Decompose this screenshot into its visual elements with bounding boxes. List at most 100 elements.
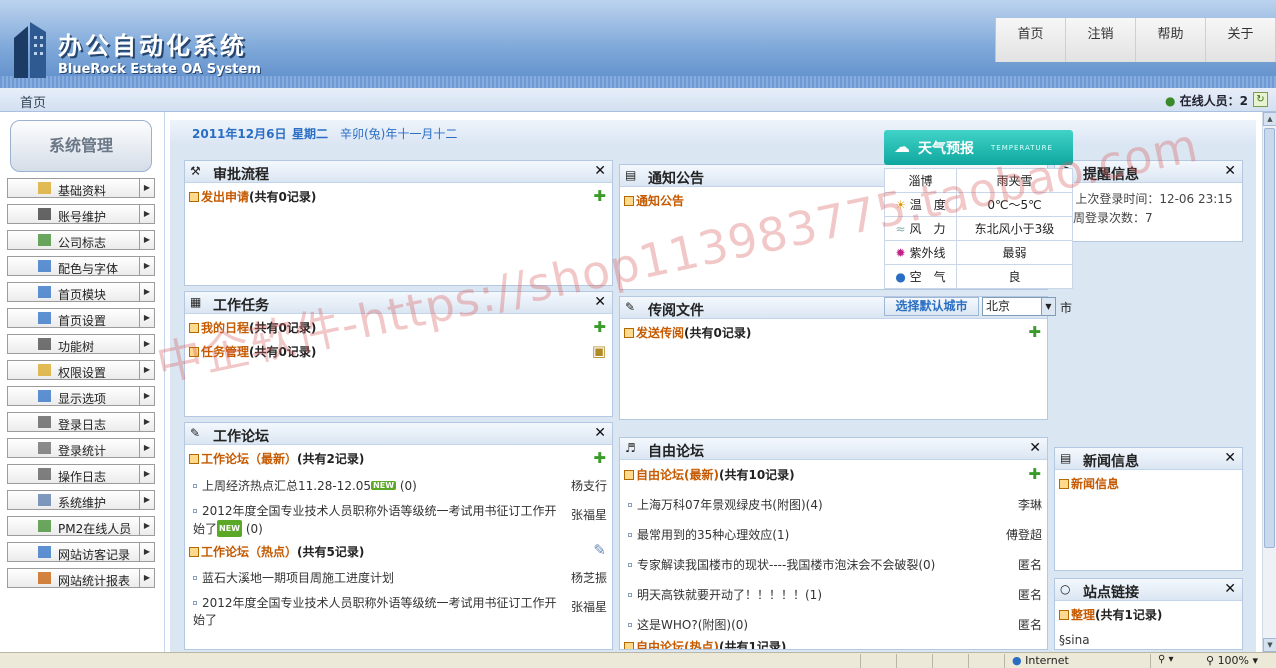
sidebar-item[interactable]: 登录统计 ▶ <box>7 438 155 458</box>
close-icon[interactable]: ✕ <box>594 163 606 179</box>
sidebar-item[interactable]: 网站统计报表 ▶ <box>7 568 155 588</box>
forum-hot-header[interactable]: 工作论坛（热点）(共有5记录) <box>189 543 364 560</box>
add-icon[interactable]: ✚ <box>593 318 606 336</box>
close-icon[interactable]: ✕ <box>1224 163 1236 179</box>
close-icon[interactable]: ✕ <box>594 425 606 441</box>
chevron-down-icon[interactable]: ▼ <box>1041 298 1055 315</box>
scroll-up-icon[interactable]: ▲ <box>1263 112 1276 126</box>
nav-logout[interactable]: 注销 <box>1066 18 1136 62</box>
sidebar-item-label: 登录日志 <box>58 418 107 432</box>
sidebar-item-label: 系统维护 <box>58 496 107 510</box>
city-select[interactable]: 北京 ▼ <box>982 297 1056 316</box>
link-count: (共有0记录) <box>684 326 752 340</box>
add-icon[interactable]: ✚ <box>593 187 606 205</box>
link-label: 任务管理 <box>201 345 250 359</box>
chevron-right-icon: ▶ <box>139 335 154 353</box>
post-title: 蓝石大溪地一期项目周施工进度计划 <box>202 571 395 585</box>
panel-work-forum: ✎ 工作论坛 ✕ 工作论坛（最新）(共有2记录) ✚ 上周经济热点汇总11.28… <box>184 422 613 650</box>
scroll-thumb[interactable] <box>1264 128 1275 548</box>
post-title: 上海万科07年景观绿皮书(附图)(4) <box>637 498 823 512</box>
sidebar-item[interactable]: 权限设置 ▶ <box>7 360 155 380</box>
panel-header: ⚒ 审批流程 ✕ <box>185 161 612 183</box>
close-icon[interactable]: ✕ <box>1224 450 1236 466</box>
sidebar-item[interactable]: 操作日志 ▶ <box>7 464 155 484</box>
sidebar-item[interactable]: 配色与字体 ▶ <box>7 256 155 276</box>
weather-row-value: 最弱 <box>956 240 1073 265</box>
nav-help[interactable]: 帮助 <box>1136 18 1206 62</box>
list-item[interactable]: 蓝石大溪地一期项目周施工进度计划 <box>193 569 533 586</box>
list-item[interactable]: 专家解读我国楼市的现状----我国楼市泡沫会不会破裂(0) <box>628 556 935 573</box>
sidebar-item[interactable]: 登录日志 ▶ <box>7 412 155 432</box>
status-segment <box>968 654 1004 668</box>
choose-city-button[interactable]: 选择默认城市 <box>884 297 979 316</box>
row-label: 风 力 <box>909 222 946 236</box>
sidebar-item[interactable]: 账号维护 ▶ <box>7 204 155 224</box>
list-item[interactable]: 上海万科07年景观绿皮书(附图)(4) <box>628 496 823 513</box>
sidebar-item[interactable]: 首页模块 ▶ <box>7 282 155 302</box>
breadcrumb-home[interactable]: 首页 <box>20 92 46 111</box>
panel-title: 工作论坛 <box>213 429 269 445</box>
free-forum-latest-header[interactable]: 自由论坛(最新)(共有10记录) <box>624 466 795 483</box>
user-icon <box>38 208 51 220</box>
vertical-scrollbar[interactable]: ▲ ▼ <box>1262 112 1276 652</box>
sidebar-item[interactable]: 系统维护 ▶ <box>7 490 155 510</box>
window-icon <box>38 312 51 324</box>
folder-settings-icon[interactable]: ▣ <box>592 342 606 360</box>
online-users[interactable]: ● 在线人员：2 <box>1165 92 1248 109</box>
app-title: 办公自动化系统 <box>58 32 247 60</box>
sidebar-item[interactable]: 基础资料 ▶ <box>7 178 155 198</box>
lock-icon[interactable]: ⚲ ▾ <box>1158 654 1174 665</box>
app-header: 办公自动化系统 BlueRock Estate OA System 首页 注销 … <box>0 0 1276 88</box>
sidebar-item[interactable]: 公司标志 ▶ <box>7 230 155 250</box>
task-link-schedule[interactable]: 我的日程(共有0记录) <box>189 319 316 336</box>
task-link-manage[interactable]: 任务管理(共有0记录) <box>189 343 316 360</box>
close-icon[interactable]: ✕ <box>1224 581 1236 597</box>
sidebar-item[interactable]: 网站访客记录 ▶ <box>7 542 155 562</box>
weather-table: 淄博 雨夹雪 ☀ 温 度 0℃～5℃ ≈ 风 力 东北风小于3级 ✹ 紫外线 最… <box>884 168 1073 289</box>
zoom-level[interactable]: ⚲ 100% ▾ <box>1206 654 1258 667</box>
sites-link[interactable]: 整理(共有1记录) <box>1059 606 1162 623</box>
sidebar-item-label: 操作日志 <box>58 470 107 484</box>
free-forum-hot-header[interactable]: 自由论坛(热点)(共有1记录) <box>624 638 786 649</box>
panel-free-forum: ♬ 自由论坛 ✕ 自由论坛(最新)(共有10记录) ✚ 上海万科07年景观绿皮书… <box>619 437 1048 650</box>
list-item[interactable]: 2012年度全国专业技术人员职称外语等级统一考试用书征订工作开始了 <box>193 595 558 629</box>
list-item[interactable]: 2012年度全国专业技术人员职称外语等级统一考试用书征订工作开始了 NEW (0) <box>193 503 558 538</box>
site-item[interactable]: §sina <box>1059 633 1090 647</box>
notice-link[interactable]: 通知公告 <box>624 192 684 209</box>
close-icon[interactable]: ✕ <box>594 294 606 310</box>
add-icon[interactable]: ✚ <box>1028 323 1041 341</box>
building-logo-icon <box>14 22 46 78</box>
bullet-icon <box>628 593 632 597</box>
sidebar-item[interactable]: PM2在线人员 ▶ <box>7 516 155 536</box>
enter-icon <box>189 454 199 464</box>
nav-home[interactable]: 首页 <box>996 18 1066 62</box>
list-item[interactable]: 最常用到的35种心理效应(1) <box>628 526 789 543</box>
add-icon[interactable]: ✚ <box>593 449 606 467</box>
nav-about[interactable]: 关于 <box>1206 18 1276 62</box>
forum-add-icon[interactable]: ✎ <box>593 541 606 559</box>
close-icon[interactable]: ✕ <box>1029 440 1041 456</box>
sidebar-item-label: 配色与字体 <box>58 262 119 276</box>
post-title: 2012年度全国专业技术人员职称外语等级统一考试用书征订工作开始了 <box>193 596 557 627</box>
add-icon[interactable]: ✚ <box>1028 465 1041 483</box>
scroll-down-icon[interactable]: ▼ <box>1263 638 1276 652</box>
app-subtitle: BlueRock Estate OA System <box>58 62 261 77</box>
bullet-icon <box>628 563 632 567</box>
chevron-right-icon: ▶ <box>139 283 154 301</box>
sidebar: 系统管理 基础资料 ▶ 账号维护 ▶ 公司标志 ▶ 配色与字体 ▶ 首页模块 ▶ 首页设置 ▶ 功能树 ▶… <box>0 112 165 652</box>
post-title: 这是WHO?(附图)(0) <box>637 618 749 632</box>
sidebar-item[interactable]: 功能树 ▶ <box>7 334 155 354</box>
sidebar-item[interactable]: 首页设置 ▶ <box>7 308 155 328</box>
link-label: 工作论坛（最新） <box>201 452 298 466</box>
list-item[interactable]: 上周经济热点汇总11.28-12.05 NEW (0) <box>193 477 533 494</box>
list-item[interactable]: 明天高铁就要开动了！！！！！(1) <box>628 586 822 603</box>
list-item[interactable]: 这是WHO?(附图)(0) <box>628 616 748 633</box>
panel-header: ○ 站点链接 ✕ <box>1055 579 1242 601</box>
circulation-link[interactable]: 发送传阅(共有0记录) <box>624 324 751 341</box>
refresh-icon[interactable]: ↻ <box>1253 92 1268 107</box>
link-label: 整理 <box>1071 608 1096 622</box>
approval-link[interactable]: 发出申请(共有0记录) <box>189 188 316 205</box>
forum-latest-header[interactable]: 工作论坛（最新）(共有2记录) <box>189 450 364 467</box>
news-link[interactable]: 新闻信息 <box>1059 475 1119 492</box>
sidebar-item[interactable]: 显示选项 ▶ <box>7 386 155 406</box>
